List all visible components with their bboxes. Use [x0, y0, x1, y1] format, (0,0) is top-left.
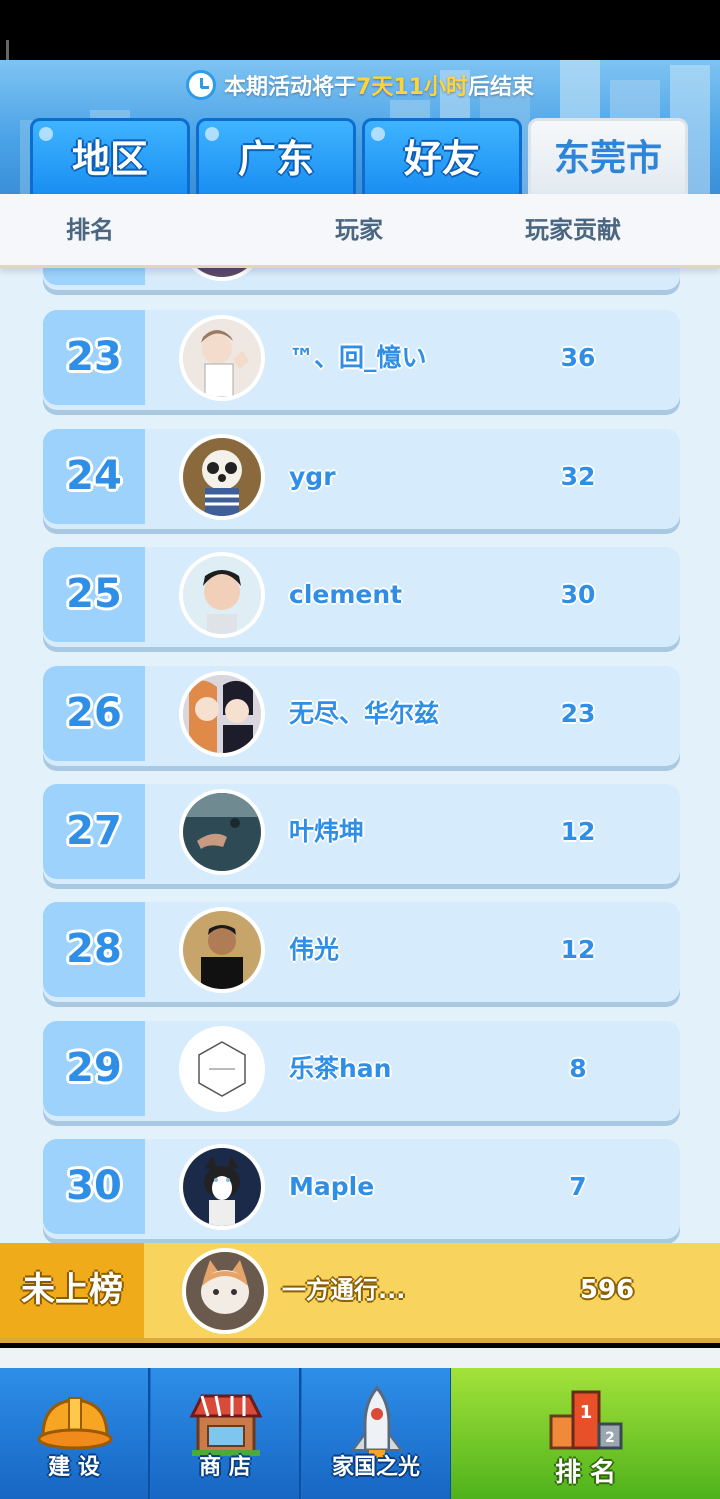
leaderboard-list[interactable]: 23 ™、回_憶い 36 24 ygr 32 25 clement 30 26 …: [0, 268, 720, 1243]
husky-avatar[interactable]: [179, 1144, 265, 1230]
player-score: 8: [569, 1054, 587, 1083]
underwater-hand-avatar[interactable]: [179, 789, 265, 875]
player-score: 7: [569, 1172, 587, 1201]
countdown-suffix: 后结束: [467, 75, 534, 100]
cat-avatar[interactable]: [182, 1248, 268, 1334]
player-score: 12: [560, 935, 596, 964]
list-item[interactable]: 25 clement 30: [43, 547, 680, 647]
unranked-label: 未上榜: [0, 1243, 144, 1338]
lecha-logo-avatar[interactable]: [179, 1026, 265, 1112]
rank-number: 26: [66, 690, 122, 736]
my-ranking-bar[interactable]: 未上榜 一方通行... 596: [0, 1243, 720, 1343]
tab-dongguan[interactable]: 东莞市: [528, 118, 688, 194]
event-countdown: 本期活动将于7天11小时后结束: [0, 70, 720, 106]
tab-region[interactable]: 地区: [30, 118, 190, 194]
player-name: ™、回_憶い: [289, 343, 427, 372]
column-header: 排名 玩家 玩家贡献: [0, 194, 720, 268]
bottom-nav: 建 设 商 店 家国之光 1 2 排 名: [0, 1368, 720, 1499]
nav-ranking[interactable]: 1 2 排 名: [451, 1368, 720, 1499]
player-score: 30: [560, 580, 596, 609]
my-name: 一方通行...: [282, 1276, 406, 1304]
my-score: 596: [579, 1275, 635, 1305]
countdown-remaining: 7天11小时: [356, 75, 468, 100]
player-name: ygr: [289, 462, 336, 491]
player-name: 乐茶han: [289, 1054, 392, 1083]
player-score: 32: [560, 462, 596, 491]
rank-number: 27: [66, 808, 122, 854]
player-score: 12: [560, 817, 596, 846]
player-score: 36: [560, 343, 596, 372]
svg-text:2: 2: [605, 1430, 615, 1446]
region-tabs: 地区 广东 好友 东莞市: [30, 118, 690, 194]
rank-number: 24: [66, 453, 122, 499]
svg-text:1: 1: [580, 1402, 593, 1423]
player-score: 23: [560, 699, 596, 728]
player-name: Maple: [289, 1172, 375, 1201]
player-name: 伟光: [289, 935, 340, 964]
rank-number: 29: [66, 1045, 122, 1091]
rank-number: 30: [66, 1163, 122, 1209]
nav-shop-label: 商 店: [199, 1455, 251, 1480]
tab-guangdong[interactable]: 广东: [196, 118, 356, 194]
clock-icon: [186, 70, 217, 100]
list-item[interactable]: [43, 268, 680, 290]
avatar: [179, 268, 265, 281]
rank-number: 23: [66, 334, 122, 380]
nav-ranking-label: 排 名: [554, 1458, 617, 1488]
rank-number: 25: [66, 571, 122, 617]
status-bar: [0, 0, 720, 98]
list-item[interactable]: 26 无尽、华尔兹 23: [43, 666, 680, 766]
list-item[interactable]: 27 叶炜坤 12: [43, 784, 680, 884]
anime-couple-avatar[interactable]: [179, 671, 265, 757]
nav-build-label: 建 设: [48, 1455, 100, 1480]
nav-national-glory-label: 家国之光: [331, 1455, 420, 1480]
divider: [0, 1348, 720, 1368]
list-item[interactable]: 23 ™、回_憶い 36: [43, 310, 680, 410]
player-name: 无尽、华尔兹: [289, 699, 440, 728]
player-name: 叶炜坤: [289, 817, 365, 846]
man-portrait-avatar[interactable]: [179, 907, 265, 993]
nav-build[interactable]: 建 设: [0, 1368, 150, 1499]
column-rank: 排名: [66, 216, 114, 244]
list-item[interactable]: 24 ygr 32: [43, 429, 680, 529]
column-player: 玩家: [335, 216, 383, 244]
player-name: clement: [289, 580, 403, 609]
podium-icon: 1 2: [549, 1390, 623, 1450]
young-man-avatar[interactable]: [179, 552, 265, 638]
rank-number: 28: [66, 926, 122, 972]
nav-shop[interactable]: 商 店: [151, 1368, 301, 1499]
list-item[interactable]: 28 伟光 12: [43, 902, 680, 1002]
list-item[interactable]: 30 Maple 7: [43, 1139, 680, 1239]
list-item[interactable]: 29 乐茶han 8: [43, 1021, 680, 1121]
column-contribution: 玩家贡献: [525, 216, 621, 244]
nav-national-glory[interactable]: 家国之光: [302, 1368, 452, 1499]
tab-friends[interactable]: 好友: [362, 118, 522, 194]
anime-boy-avatar[interactable]: [179, 315, 265, 401]
panda-dog-avatar[interactable]: [179, 434, 265, 520]
countdown-prefix: 本期活动将于: [224, 75, 357, 100]
